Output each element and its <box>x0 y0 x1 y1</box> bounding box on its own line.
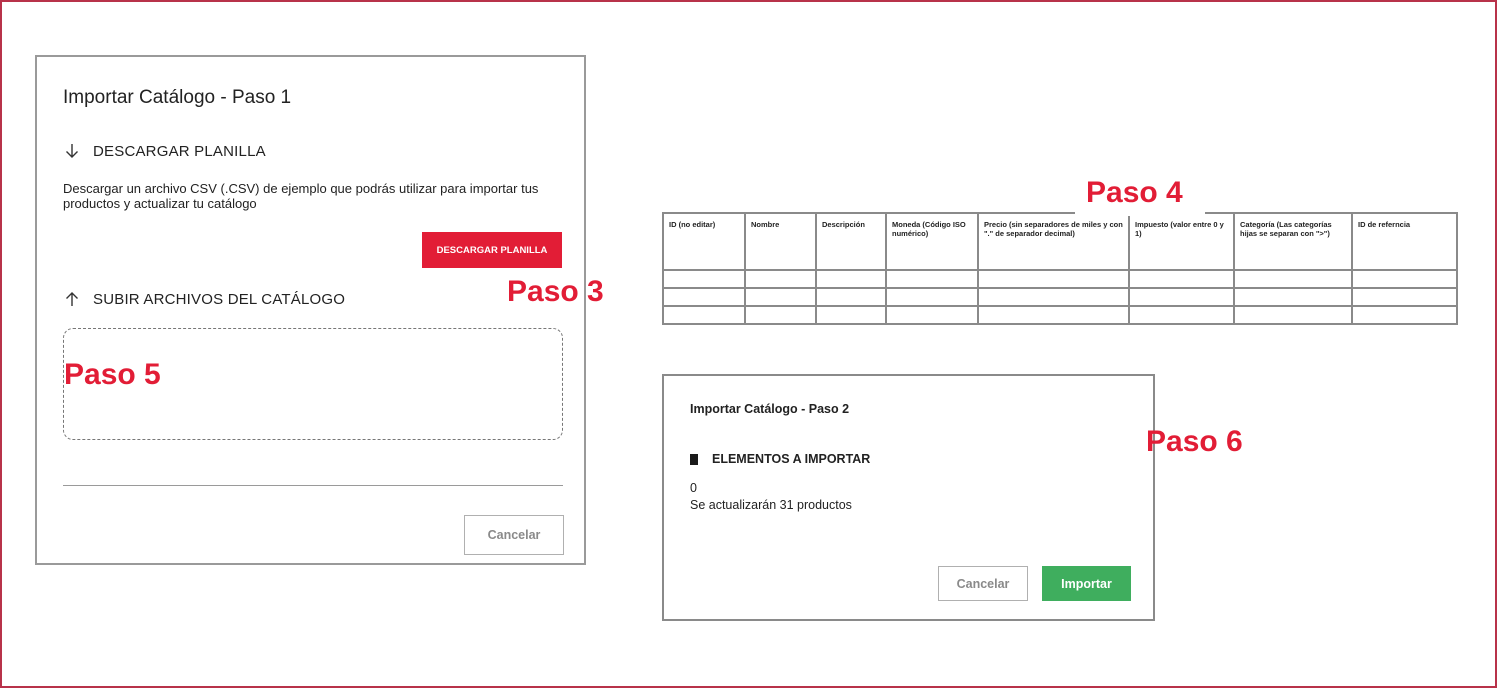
divider <box>63 485 563 486</box>
elements-section-header: ELEMENTOS A IMPORTAR <box>690 452 870 466</box>
table-row <box>662 269 1458 289</box>
csv-table: ID (no editar) Nombre Descripción Moneda… <box>662 212 1458 325</box>
step5-label: Paso 5 <box>64 358 161 391</box>
download-section-label: DESCARGAR PLANILLA <box>93 142 266 160</box>
elements-section-label: ELEMENTOS A IMPORTAR <box>712 452 871 466</box>
arrow-down-icon <box>63 142 81 160</box>
table-header-row: ID (no editar) Nombre Descripción Moneda… <box>662 212 1458 271</box>
csv-template-preview: ID (no editar) Nombre Descripción Moneda… <box>662 212 1458 325</box>
import-step1-dialog: Importar Catálogo - Paso 1 DESCARGAR PLA… <box>35 55 586 565</box>
square-icon <box>690 453 698 465</box>
column-header: Impuesto (valor entre 0 y 1) <box>1128 212 1235 271</box>
step6-label: Paso 6 <box>1146 425 1243 458</box>
column-header: Nombre <box>744 212 817 271</box>
upload-section-label: SUBIR ARCHIVOS DEL CATÁLOGO <box>93 290 346 308</box>
elements-count: 0 <box>690 481 697 495</box>
step3-label: Paso 3 <box>507 275 604 308</box>
column-header: ID de referncia <box>1351 212 1458 271</box>
column-header: Precio (sin separadores de miles y con "… <box>977 212 1130 271</box>
download-section-header: DESCARGAR PLANILLA <box>63 142 266 160</box>
column-header: ID (no editar) <box>662 212 746 271</box>
download-description: Descargar un archivo CSV (.CSV) de ejemp… <box>63 181 539 211</box>
import-step2-dialog: Importar Catálogo - Paso 2 ELEMENTOS A I… <box>662 374 1155 621</box>
import-button[interactable]: Importar <box>1042 566 1131 601</box>
step2-cancel-button[interactable]: Cancelar <box>938 566 1028 601</box>
download-template-button[interactable]: DESCARGAR PLANILLA <box>422 232 562 268</box>
step1-title: Importar Catálogo - Paso 1 <box>63 87 292 108</box>
column-header: Descripción <box>815 212 887 271</box>
table-row <box>662 305 1458 325</box>
arrow-up-icon <box>63 290 81 308</box>
column-header: Categoría (Las categorías hijas se separ… <box>1233 212 1353 271</box>
table-row <box>662 287 1458 307</box>
upload-section-header: SUBIR ARCHIVOS DEL CATÁLOGO <box>63 290 345 308</box>
step4-label: Paso 4 <box>1086 176 1183 209</box>
column-header: Moneda (Código ISO numérico) <box>885 212 979 271</box>
update-summary: Se actualizarán 31 productos <box>690 498 852 512</box>
step2-title: Importar Catálogo - Paso 2 <box>690 402 850 416</box>
cancel-button[interactable]: Cancelar <box>464 515 564 555</box>
